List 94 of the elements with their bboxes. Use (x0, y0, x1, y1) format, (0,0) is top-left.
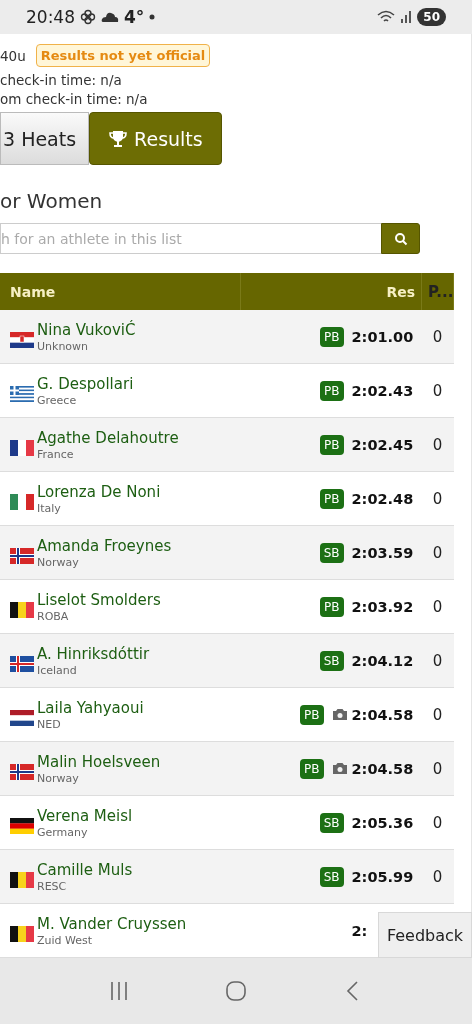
athlete-name[interactable]: Amanda Froeynes (37, 536, 172, 556)
clock: 20:48 (26, 7, 75, 27)
record-badge: PB (320, 380, 344, 401)
home-icon[interactable] (225, 980, 247, 1002)
result-time: 2:01.00 (351, 328, 415, 345)
info-line: check-in time: n/a (0, 71, 123, 90)
place-value: 0 (432, 867, 443, 886)
athlete-name[interactable]: Laila Yahyaoui (37, 698, 144, 718)
record-badge: PB (320, 326, 344, 347)
status-badge: Results not yet official (35, 44, 211, 67)
record-badge: PB (320, 596, 344, 617)
result-time: 2:04.58 (351, 760, 415, 777)
trophy-icon (108, 128, 129, 149)
athlete-name[interactable]: Camille Muls (37, 860, 133, 880)
athlete-name[interactable]: Lorenza De Noni (37, 482, 161, 502)
place-value: 0 (432, 705, 443, 724)
place-value: 0 (432, 381, 443, 400)
athlete-name[interactable]: Malin Hoelsveen (37, 752, 161, 772)
place-value: 0 (432, 651, 443, 670)
column-header[interactable]: Name (0, 273, 240, 310)
athlete-club: Greece (37, 393, 78, 407)
athlete-club: Norway (37, 555, 80, 569)
info-line: om check-in time: n/a (0, 90, 149, 109)
event-heading: or Women (0, 189, 104, 213)
athlete-name[interactable]: Verena Meisl (37, 806, 133, 826)
result-time: 2:03.92 (351, 598, 415, 615)
flag-icon (10, 817, 34, 834)
athlete-name[interactable]: Nina VukoviĆ (37, 320, 136, 340)
result-time: 2:02.45 (351, 436, 415, 453)
flag-icon (10, 601, 34, 618)
result-time: 2:03.59 (351, 544, 415, 561)
place-value: 0 (432, 327, 443, 346)
athlete-club: NED (37, 717, 62, 731)
record-badge: PB (300, 704, 324, 725)
tab[interactable]: Results (89, 112, 222, 165)
record-badge: SB (319, 542, 344, 563)
flag-icon (10, 709, 34, 726)
place-value: 0 (432, 813, 443, 832)
notification-dot-icon (149, 14, 156, 20)
athlete-name[interactable]: A. Hinriksdóttir (37, 644, 150, 664)
record-badge: SB (319, 812, 344, 833)
search-field[interactable]: h for an athlete in this list (0, 223, 381, 254)
flag-icon (10, 331, 34, 348)
record-badge: SB (319, 650, 344, 671)
camera-icon[interactable] (331, 762, 348, 775)
event-category: 40u (0, 47, 26, 64)
wifi-icon (377, 10, 396, 24)
athlete-club: ROBA (37, 609, 70, 623)
column-header[interactable]: Res (240, 273, 422, 310)
signal-icon (400, 10, 413, 24)
feedback-button[interactable]: Feedback (378, 912, 472, 958)
place-value: 0 (432, 435, 443, 454)
flag-icon (10, 763, 34, 780)
place-value: 0 (432, 759, 443, 778)
athlete-name[interactable]: G. Despollari (37, 374, 134, 394)
result-time: 2:04.58 (351, 706, 415, 723)
record-badge: PB (300, 758, 324, 779)
flag-icon (10, 439, 34, 456)
temperature: 4° (124, 7, 145, 27)
record-badge: PB (320, 488, 344, 509)
athlete-club: France (37, 447, 75, 461)
search-icon (393, 231, 408, 246)
result-time: 2:04.12 (351, 652, 415, 669)
athlete-club: Unknown (37, 339, 90, 353)
record-badge: SB (319, 866, 344, 887)
result-time: 2:02.48 (351, 490, 415, 507)
result-time: 2:02.43 (351, 382, 415, 399)
athlete-club: Zuid West (37, 933, 94, 947)
flag-icon (10, 925, 34, 942)
record-badge: PB (320, 434, 344, 455)
athlete-club: RESC (37, 879, 68, 893)
athlete-club: Iceland (37, 663, 78, 677)
place-value: 0 (432, 597, 443, 616)
athlete-club: Norway (37, 771, 80, 785)
flag-icon (10, 547, 34, 564)
result-time: 2:05.36 (351, 814, 415, 831)
search-button[interactable] (381, 223, 420, 254)
athlete-name[interactable]: M. Vander Cruyssen (37, 914, 187, 934)
flag-icon (10, 655, 34, 672)
fan-icon (80, 9, 96, 25)
athlete-club: Germany (37, 825, 89, 839)
flag-icon (10, 871, 34, 888)
athlete-name[interactable]: Liselot Smolders (37, 590, 161, 610)
camera-icon[interactable] (331, 708, 348, 721)
place-value: 0 (432, 489, 443, 508)
flag-icon (10, 385, 34, 402)
battery-level: 50 (417, 8, 446, 26)
flag-icon (10, 493, 34, 510)
athlete-club: Italy (37, 501, 62, 515)
tab[interactable]: 3 Heats (0, 112, 90, 165)
place-value: 0 (432, 543, 443, 562)
athlete-name[interactable]: Agathe Delahoutre (37, 428, 179, 448)
cloud-icon (101, 11, 119, 23)
result-time: 2:05.99 (351, 868, 415, 885)
